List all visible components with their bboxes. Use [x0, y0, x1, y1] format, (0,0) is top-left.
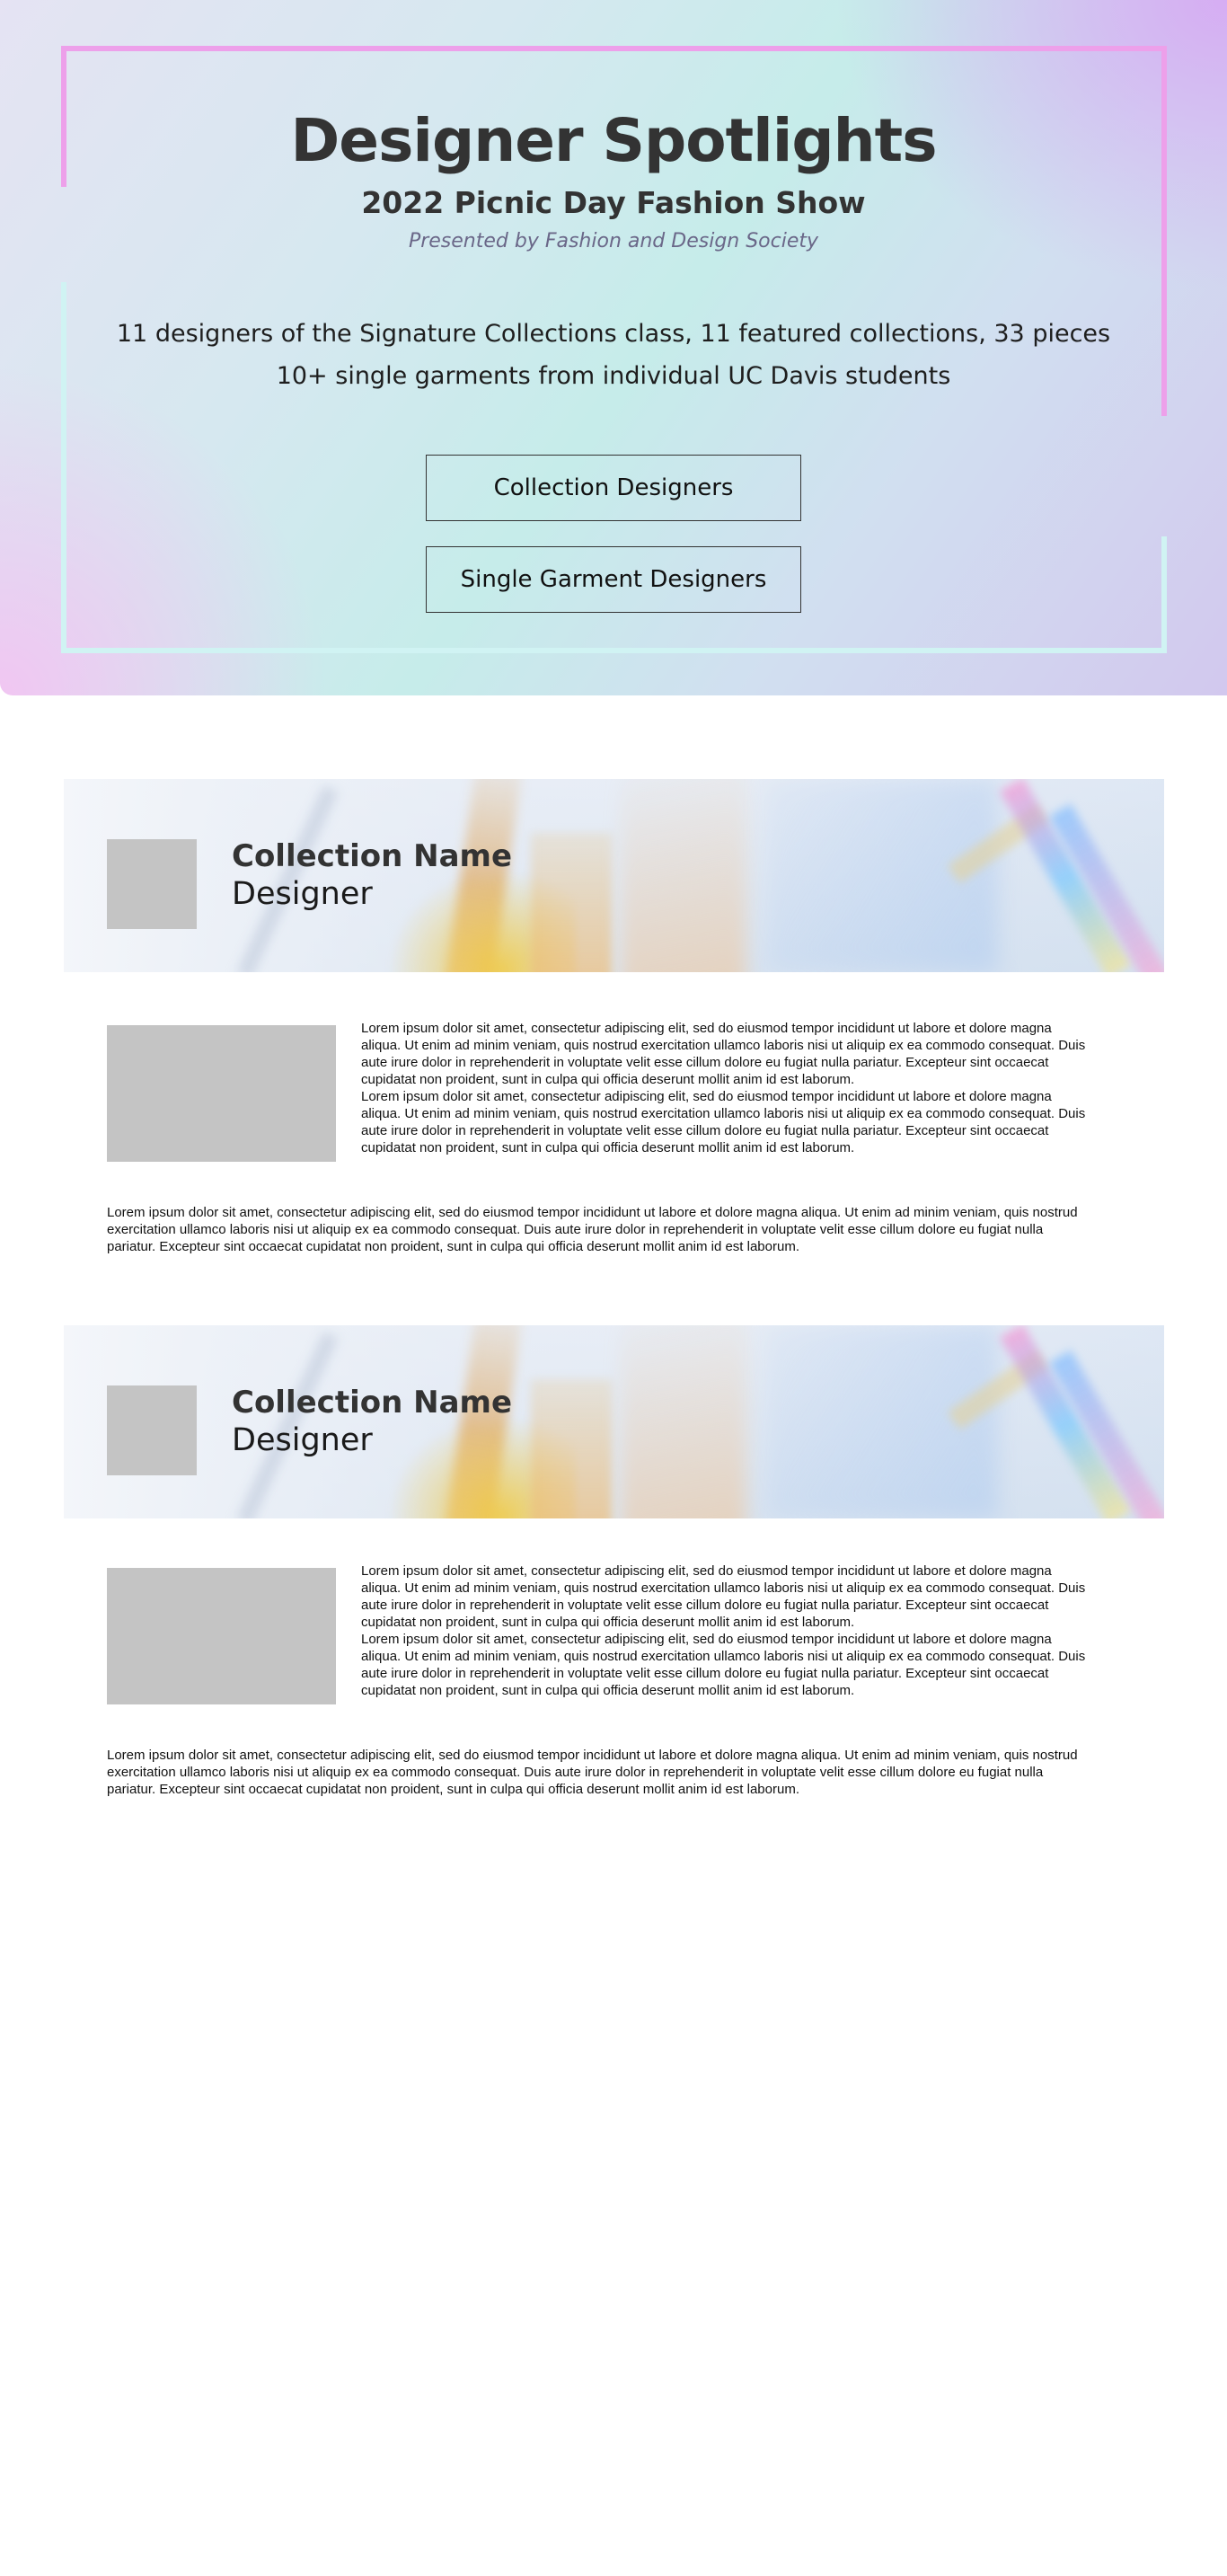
- collection-designers-button[interactable]: Collection Designers: [426, 455, 801, 521]
- collection-description-wide: Lorem ipsum dolor sit amet, consectetur …: [107, 1748, 1078, 1797]
- collection-description: Lorem ipsum dolor sit amet, consectetur …: [361, 1563, 1086, 1630]
- designer-name: Designer: [232, 1422, 373, 1458]
- designer-avatar-placeholder: [107, 1385, 197, 1475]
- frame-border-bottom: [61, 648, 1167, 653]
- collection-image-placeholder: [107, 1568, 336, 1704]
- designer-avatar-placeholder: [107, 839, 197, 929]
- summary-line-single-garments: 10+ single garments from individual UC D…: [276, 362, 951, 390]
- collection-image-placeholder: [107, 1025, 336, 1162]
- collection-banner: Collection Name Designer: [64, 779, 1164, 972]
- collection-name: Collection Name: [232, 1385, 513, 1421]
- page-subtitle: 2022 Picnic Day Fashion Show: [361, 185, 866, 220]
- designer-name: Designer: [232, 876, 373, 912]
- collection-description: Lorem ipsum dolor sit amet, consectetur …: [361, 1021, 1086, 1087]
- page-title: Designer Spotlights: [290, 106, 938, 175]
- presented-by-text: Presented by Fashion and Design Society: [408, 230, 819, 252]
- single-garment-designers-button[interactable]: Single Garment Designers: [426, 546, 801, 613]
- frame-border-right-cyan: [1161, 536, 1167, 653]
- frame-border-top: [61, 46, 1167, 51]
- collection-name: Collection Name: [232, 838, 513, 874]
- collection-description: Lorem ipsum dolor sit amet, consectetur …: [361, 1632, 1086, 1698]
- collection-banner: Collection Name Designer: [64, 1325, 1164, 1518]
- hero-section: Designer Spotlights 2022 Picnic Day Fash…: [0, 0, 1227, 695]
- collection-description-wide: Lorem ipsum dolor sit amet, consectetur …: [107, 1205, 1078, 1254]
- summary-line-collections: 11 designers of the Signature Collection…: [116, 320, 1111, 348]
- collection-description: Lorem ipsum dolor sit amet, consectetur …: [361, 1089, 1086, 1155]
